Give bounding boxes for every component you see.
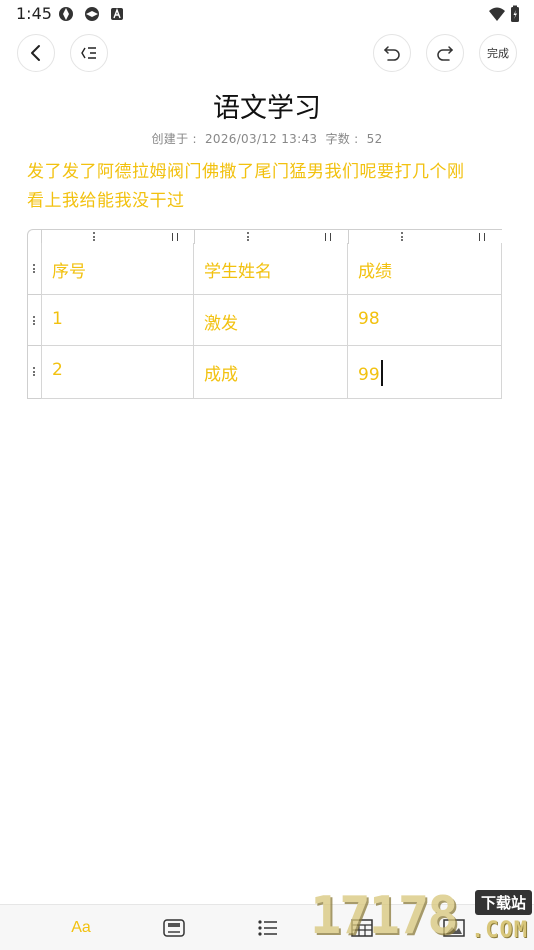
- column-handle[interactable]: [195, 230, 349, 244]
- list-button[interactable]: [254, 915, 282, 941]
- table-header-cell[interactable]: 序号: [41, 243, 194, 295]
- redo-button[interactable]: [426, 34, 464, 72]
- drag-dots-icon: [247, 232, 250, 241]
- created-label: 创建于 :: [151, 132, 197, 146]
- column-handle-bar: [27, 229, 503, 244]
- drag-dots-icon: [93, 232, 96, 241]
- redo-icon: [437, 46, 454, 61]
- done-button[interactable]: 完成: [479, 34, 517, 72]
- status-bar: 1:45: [0, 0, 534, 28]
- card-block-icon: [163, 919, 185, 937]
- table-header-cell[interactable]: 学生姓名: [194, 243, 348, 295]
- drag-dots-icon: [33, 264, 36, 273]
- table-cell-text: 99: [358, 365, 380, 385]
- chevron-left-icon: [31, 45, 40, 61]
- note-title[interactable]: 语文学习: [0, 86, 534, 125]
- app-notification-icon: [111, 8, 123, 20]
- wifi-icon: [489, 7, 505, 21]
- font-style-label: Aa: [71, 919, 91, 936]
- back-button[interactable]: [17, 34, 55, 72]
- table-cell-active[interactable]: 99: [348, 346, 502, 399]
- status-right: [488, 5, 520, 23]
- table-grid: 序号 学生姓名 成绩 1 激发 98 2 成成 99: [41, 243, 502, 399]
- status-time: 1:45: [16, 4, 52, 23]
- column-handle[interactable]: [42, 230, 195, 244]
- text-caret: [380, 360, 383, 386]
- table-corner-handle[interactable]: [28, 230, 42, 244]
- drag-dots-icon: [33, 367, 36, 376]
- undo-button[interactable]: [373, 34, 411, 72]
- table-cell[interactable]: 成成: [194, 346, 348, 399]
- undo-icon: [383, 46, 400, 61]
- column-resize-icon[interactable]: [479, 233, 485, 241]
- row-handle[interactable]: [28, 243, 42, 295]
- word-count-value: 52: [366, 132, 383, 146]
- note-body-line: 看上我给能我没干过: [27, 191, 185, 211]
- note-table: 序号 学生姓名 成绩 1 激发 98 2 成成 99: [27, 229, 502, 399]
- table-cell[interactable]: 1: [41, 295, 194, 346]
- row-handle[interactable]: [28, 346, 42, 399]
- column-resize-icon[interactable]: [172, 233, 178, 241]
- note-meta: 创建于 : 2026/03/12 13:43 字数 : 52: [0, 130, 534, 147]
- card-block-button[interactable]: [160, 915, 188, 941]
- table-cell[interactable]: 98: [348, 295, 502, 346]
- watermark-tag: 下载站: [474, 890, 532, 915]
- editor-toolbar: 完成: [0, 34, 534, 74]
- outline-button[interactable]: [70, 34, 108, 72]
- font-style-button[interactable]: Aa: [66, 915, 96, 941]
- word-count-label: 字数 :: [325, 132, 359, 146]
- table-cell[interactable]: 激发: [194, 295, 348, 346]
- outline-list-icon: [81, 47, 96, 59]
- bullet-list-icon: [258, 920, 277, 936]
- site-watermark: 17178 下载站 .COM: [306, 884, 534, 950]
- column-resize-icon[interactable]: [325, 233, 331, 241]
- battery-icon: [511, 5, 519, 22]
- watermark-number: 17178: [310, 886, 459, 946]
- shutter-icon: [59, 7, 73, 21]
- table-header-cell[interactable]: 成绩: [348, 243, 502, 295]
- created-value: 2026/03/12 13:43: [204, 132, 318, 146]
- table-cell[interactable]: 2: [41, 346, 194, 399]
- done-button-label: 完成: [487, 47, 509, 60]
- note-body-line: 发了发了阿德拉姆阀门佛撒了尾门猛男我们呢要打几个刚: [27, 162, 465, 182]
- column-handle[interactable]: [349, 230, 503, 244]
- drag-dots-icon: [33, 316, 36, 325]
- row-handle-bar: [27, 243, 42, 399]
- row-handle[interactable]: [28, 295, 42, 346]
- drag-dots-icon: [401, 232, 404, 241]
- note-body[interactable]: 发了发了阿德拉姆阀门佛撒了尾门猛男我们呢要打几个刚 看上我给能我没干过: [27, 158, 507, 216]
- watermark-domain: .COM: [471, 918, 528, 943]
- shutter-icon: [85, 7, 99, 21]
